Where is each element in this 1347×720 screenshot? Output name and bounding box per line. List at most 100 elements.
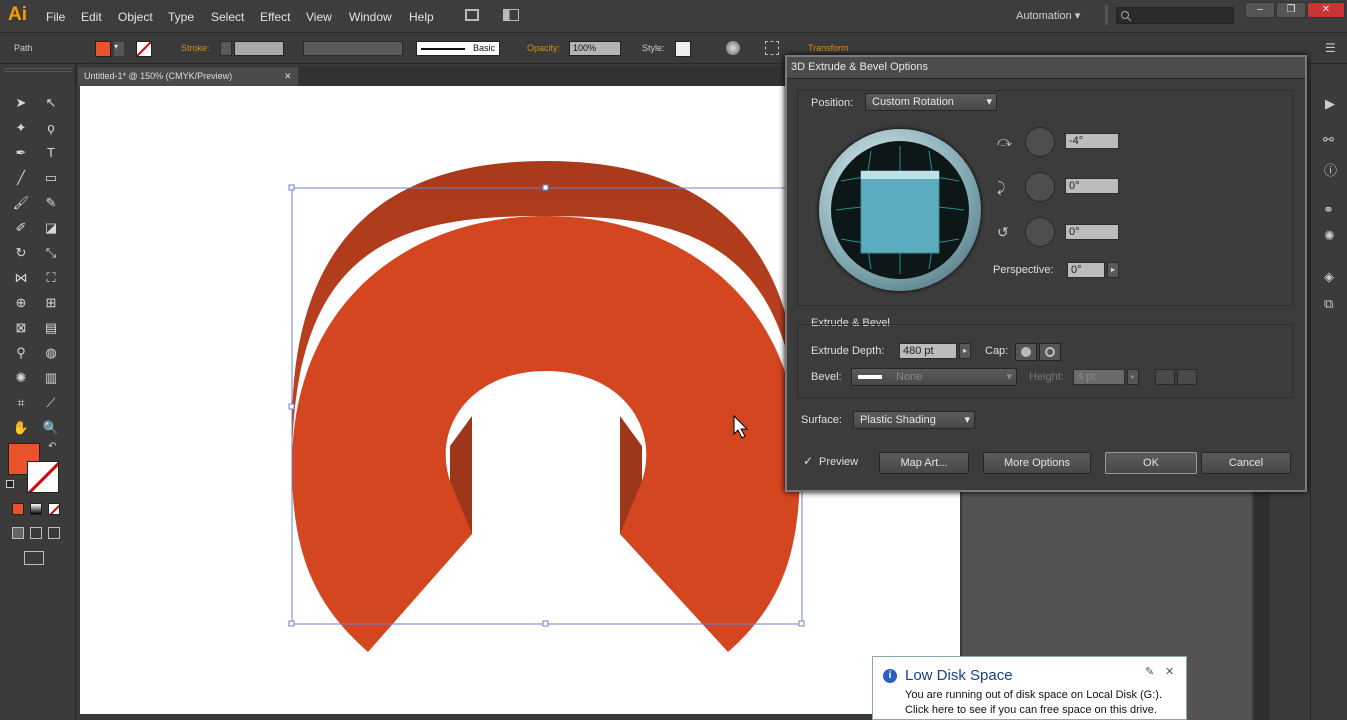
layers-icon[interactable]: ◈ (1324, 269, 1334, 285)
draw-behind-icon[interactable] (30, 527, 42, 539)
artboard-tool-icon[interactable]: ⌗ (10, 392, 32, 414)
arrange-documents-icon[interactable] (503, 9, 519, 21)
map-art-button[interactable]: Map Art... (879, 452, 969, 474)
stroke-label[interactable]: Stroke: (181, 43, 210, 53)
opacity-field[interactable]: 100% (569, 41, 621, 56)
zoom-tool-icon[interactable]: 🔍 (40, 417, 62, 439)
slice-tool-icon[interactable]: ⟋ (40, 392, 62, 414)
more-options-button[interactable]: More Options (983, 452, 1091, 474)
maximize-button[interactable]: ❐ (1276, 2, 1306, 18)
draw-normal-icon[interactable] (12, 527, 24, 539)
perspective-field[interactable]: 0° (1067, 262, 1105, 278)
rotate-x-field[interactable]: -4° (1065, 133, 1119, 149)
scale-tool-icon[interactable]: ⤡ (40, 242, 62, 264)
opacity-label[interactable]: Opacity: (527, 43, 560, 53)
bevel-extent-in-button[interactable] (1177, 369, 1197, 385)
height-field[interactable]: 4 pt (1073, 369, 1125, 385)
cap-off-button[interactable] (1039, 343, 1061, 361)
extrude-depth-field[interactable]: 480 pt (899, 343, 957, 359)
stroke-weight-stepper[interactable] (220, 41, 232, 56)
ok-button[interactable]: OK (1105, 452, 1197, 474)
graphic-styles-icon[interactable]: ✺ (1324, 228, 1335, 244)
rotate-z-dial[interactable] (1025, 217, 1055, 247)
panel-menu-icon[interactable]: ☰ (1325, 41, 1339, 55)
cap-on-button[interactable] (1015, 343, 1037, 361)
eyedropper-tool-icon[interactable]: ⚲ (10, 342, 32, 364)
type-tool-icon[interactable]: T (40, 142, 62, 164)
variable-width-profile[interactable] (303, 41, 403, 56)
default-fill-stroke-icon[interactable] (6, 480, 14, 488)
color-mode-icon[interactable] (12, 503, 24, 515)
lasso-tool-icon[interactable]: ϙ (40, 117, 62, 139)
align-icon[interactable] (765, 41, 779, 55)
perspective-slider-arrow-icon[interactable]: ▸ (1107, 262, 1119, 278)
bevel-extent-out-button[interactable] (1155, 369, 1175, 385)
workspace-switcher[interactable]: Automation ▾ (1016, 9, 1080, 22)
document-info-icon[interactable]: ⓘ (1324, 160, 1337, 179)
recolor-artwork-icon[interactable] (726, 41, 740, 55)
minimize-button[interactable]: – (1245, 2, 1275, 18)
vertical-scrollbar[interactable] (1254, 492, 1270, 720)
cancel-button[interactable]: Cancel (1201, 452, 1291, 474)
fill-swatch[interactable] (95, 41, 111, 57)
appearance-icon[interactable]: ⚭ (1323, 202, 1334, 218)
dialog-title[interactable]: 3D Extrude & Bevel Options (787, 57, 1305, 79)
fill-dropdown-chevron-icon[interactable]: ▾ (114, 42, 124, 56)
draw-inside-icon[interactable] (48, 527, 60, 539)
stroke-swatch[interactable] (136, 41, 152, 57)
close-window-button[interactable]: ✕ (1307, 2, 1345, 18)
pencil-tool-icon[interactable]: ✎ (40, 192, 62, 214)
direct-selection-tool-icon[interactable]: ↖ (40, 92, 62, 114)
rectangle-tool-icon[interactable]: ▭ (40, 167, 62, 189)
bridge-icon[interactable] (465, 9, 479, 21)
transform-label[interactable]: Transform (808, 43, 849, 53)
document-tab[interactable]: Untitled-1* @ 150% (CMYK/Preview) ✕ (78, 67, 298, 86)
menu-effect[interactable]: Effect (260, 10, 290, 24)
line-tool-icon[interactable]: ╱ (10, 167, 32, 189)
stroke-color-box[interactable] (27, 461, 59, 493)
shape-builder-tool-icon[interactable]: ⊕ (10, 292, 32, 314)
swap-fill-stroke-icon[interactable]: ↶ (48, 441, 56, 452)
pin-icon[interactable]: ✎ (1145, 665, 1154, 678)
paintbrush-tool-icon[interactable]: 🖌 (10, 192, 32, 214)
eraser-tool-icon[interactable]: ◪ (40, 217, 62, 239)
surface-dropdown[interactable]: Plastic Shading ▾ (853, 411, 975, 429)
track-cube-sphere[interactable] (831, 141, 969, 279)
links-icon[interactable]: ⚯ (1323, 132, 1334, 148)
close-tab-icon[interactable]: ✕ (284, 71, 292, 82)
hand-tool-icon[interactable]: ✋ (10, 417, 32, 439)
menu-file[interactable]: File (46, 10, 65, 24)
mesh-tool-icon[interactable]: ⊠ (10, 317, 32, 339)
extrude-depth-slider-arrow-icon[interactable]: ▸ (959, 343, 971, 359)
graphic-style-swatch[interactable] (675, 41, 691, 57)
gradient-mode-icon[interactable] (30, 503, 42, 515)
preview-checkbox[interactable]: ✓ (803, 454, 813, 468)
gradient-tool-icon[interactable]: ▤ (40, 317, 62, 339)
screen-mode-icon[interactable] (24, 551, 44, 565)
position-dropdown[interactable]: Custom Rotation ▾ (865, 93, 997, 111)
close-notification-icon[interactable]: ✕ (1165, 665, 1174, 678)
none-mode-icon[interactable] (48, 503, 60, 515)
rotate-z-field[interactable]: 0° (1065, 224, 1119, 240)
rotate-tool-icon[interactable]: ↻ (10, 242, 32, 264)
blend-tool-icon[interactable]: ◍ (40, 342, 62, 364)
symbol-sprayer-tool-icon[interactable]: ✺ (10, 367, 32, 389)
menu-view[interactable]: View (306, 10, 332, 24)
rotate-x-dial[interactable] (1025, 127, 1055, 157)
pen-tool-icon[interactable]: ✒ (10, 142, 32, 164)
menu-edit[interactable]: Edit (81, 10, 102, 24)
column-graph-tool-icon[interactable]: ▥ (40, 367, 62, 389)
bevel-dropdown[interactable]: None ▾ (851, 368, 1017, 386)
artboards-icon[interactable]: ⧉ (1324, 296, 1333, 312)
menu-window[interactable]: Window (349, 10, 392, 24)
rotate-y-dial[interactable] (1025, 172, 1055, 202)
height-slider-arrow-icon[interactable]: ▸ (1127, 369, 1139, 385)
blob-brush-tool-icon[interactable]: ✐ (10, 217, 32, 239)
preview-label[interactable]: Preview (819, 456, 858, 468)
search-input[interactable] (1116, 7, 1234, 24)
menu-select[interactable]: Select (211, 10, 244, 24)
low-disk-space-notification[interactable]: i Low Disk Space ✎ ✕ You are running out… (872, 656, 1187, 720)
rotation-track-cube[interactable] (819, 129, 981, 291)
brush-definition[interactable]: Basic (416, 41, 500, 56)
menu-object[interactable]: Object (118, 10, 153, 24)
